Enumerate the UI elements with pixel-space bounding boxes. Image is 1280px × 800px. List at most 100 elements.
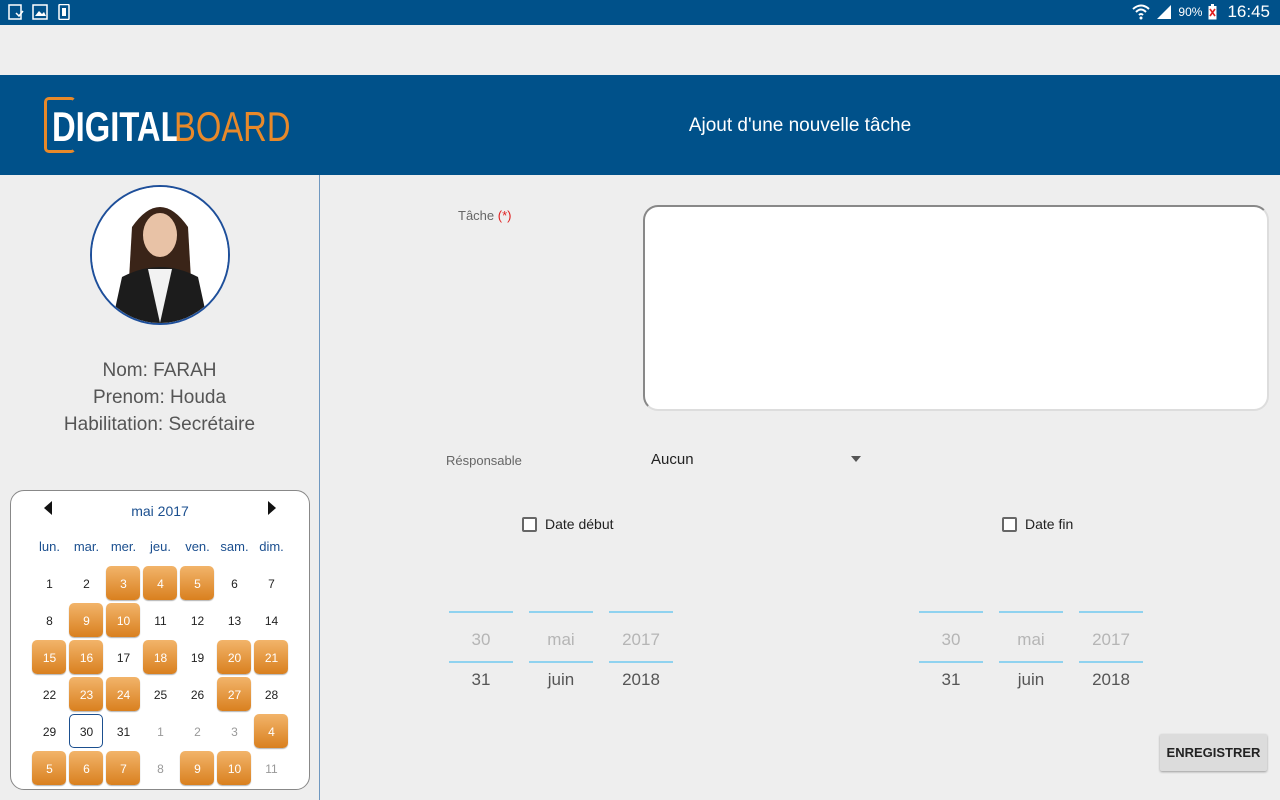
next-month-icon[interactable]: [268, 501, 276, 515]
calendar-day[interactable]: 20: [216, 639, 253, 676]
calendar-day[interactable]: 14: [253, 602, 290, 639]
calendar-day[interactable]: 21: [253, 639, 290, 676]
calendar-weekday: jeu.: [150, 539, 171, 554]
user-details: Nom: FARAH Prenom: Houda Habilitation: S…: [0, 357, 319, 438]
responsable-select[interactable]: Aucun: [651, 451, 865, 471]
calendar-day[interactable]: 26: [179, 676, 216, 713]
calendar-day[interactable]: 3: [216, 713, 253, 750]
picker-selected-value[interactable]: 31: [449, 670, 513, 690]
picker-selected-value[interactable]: 2018: [1079, 670, 1143, 690]
calendar-day[interactable]: 10: [105, 602, 142, 639]
picker-prev-value[interactable]: 2017: [609, 630, 673, 650]
calendar-day[interactable]: 3: [105, 565, 142, 602]
calendar-day[interactable]: 9: [179, 750, 216, 787]
calendar-day[interactable]: 31: [105, 713, 142, 750]
checkbox-box[interactable]: [1002, 516, 1017, 532]
calendar-day[interactable]: 8: [142, 750, 179, 787]
picker-selected-value[interactable]: 31: [919, 670, 983, 690]
calendar-day[interactable]: 19: [179, 639, 216, 676]
date-debut-label: Date début: [545, 516, 614, 532]
responsable-label: Résponsable: [446, 453, 522, 468]
calendar-day-number: 1: [46, 576, 53, 591]
picker-prev-value[interactable]: mai: [999, 630, 1063, 650]
battery-percent: 90%: [1178, 5, 1203, 19]
calendar-weekday: dim.: [259, 539, 284, 554]
calendar-day-number: 9: [194, 761, 201, 776]
checkbox-box[interactable]: [522, 516, 537, 532]
calendar-day[interactable]: 10: [216, 750, 253, 787]
calendar-day[interactable]: 25: [142, 676, 179, 713]
calendar-day[interactable]: 4: [142, 565, 179, 602]
calendar-day[interactable]: 12: [179, 602, 216, 639]
calendar-day[interactable]: 17: [105, 639, 142, 676]
calendar-day[interactable]: 28: [253, 676, 290, 713]
picker-divider: [529, 611, 593, 613]
calendar-day[interactable]: 23: [68, 676, 105, 713]
calendar-day-number: 11: [265, 761, 278, 776]
calendar-day[interactable]: 18: [142, 639, 179, 676]
required-mark: (*): [497, 208, 512, 223]
calendar-weekdays: lun. mar. mer. jeu. ven. sam. dim.: [31, 539, 290, 554]
calendar-day-number: 19: [190, 650, 205, 665]
chevron-down-icon[interactable]: [851, 456, 861, 462]
user-habilitation: Habilitation: Secrétaire: [63, 414, 256, 435]
date-fin-checkbox[interactable]: Date fin: [1002, 516, 1073, 532]
calendar-day[interactable]: 9: [68, 602, 105, 639]
save-button[interactable]: ENREGISTRER: [1160, 734, 1267, 771]
battery-icon: [1208, 4, 1217, 20]
calendar-day-number: 15: [42, 650, 57, 665]
calendar-day[interactable]: 22: [31, 676, 68, 713]
calendar-day[interactable]: 1: [31, 565, 68, 602]
calendar-day-number: 21: [264, 650, 279, 665]
calendar-day[interactable]: 6: [216, 565, 253, 602]
calendar-day-number: 4: [268, 724, 275, 739]
calendar-day-today[interactable]: 30: [68, 713, 105, 750]
date-fin-label: Date fin: [1025, 516, 1074, 532]
tache-input[interactable]: [643, 205, 1269, 411]
calendar-day-number: 31: [116, 724, 131, 739]
calendar-day[interactable]: 2: [68, 565, 105, 602]
calendar-day[interactable]: 27: [216, 676, 253, 713]
calendar-day[interactable]: 1: [142, 713, 179, 750]
picker-divider: [449, 661, 513, 663]
calendar-weekday: sam.: [220, 539, 249, 554]
avatar[interactable]: [90, 185, 230, 325]
calendar-days: 1 2 3 4 5 6 7 8 9 10 11 12 13 14 15 16 17 18 19 20 21 22 23 24 2…: [31, 565, 290, 787]
tache-label-text: Tâche: [458, 208, 495, 223]
calendar-day[interactable]: 5: [179, 565, 216, 602]
picker-prev-value[interactable]: mai: [529, 630, 593, 650]
picker-selected-value[interactable]: 2018: [609, 670, 673, 690]
picker-selected-value[interactable]: juin: [529, 670, 593, 690]
calendar-day[interactable]: 6: [68, 750, 105, 787]
calendar-day-number: 1: [157, 724, 164, 739]
clock: 16:45: [1227, 2, 1270, 21]
calendar-day[interactable]: 11: [253, 750, 290, 787]
calendar-day[interactable]: 4: [253, 713, 290, 750]
calendar-day[interactable]: 29: [31, 713, 68, 750]
picker-selected-value[interactable]: juin: [999, 670, 1063, 690]
calendar-day[interactable]: 15: [31, 639, 68, 676]
calendar-day-number: 27: [227, 687, 242, 702]
picker-prev-value[interactable]: 30: [919, 630, 983, 650]
calendar-day[interactable]: 16: [68, 639, 105, 676]
calendar-day[interactable]: 5: [31, 750, 68, 787]
calendar-day[interactable]: 7: [253, 565, 290, 602]
picker-divider: [529, 661, 593, 663]
date-debut-checkbox[interactable]: Date début: [522, 516, 614, 532]
calendar-day[interactable]: 2: [179, 713, 216, 750]
calendar-day-number: 2: [83, 576, 90, 591]
profile-sidebar: Nom: FARAH Prenom: Houda Habilitation: S…: [0, 175, 320, 800]
picker-prev-value[interactable]: 2017: [1079, 630, 1143, 650]
calendar-day-number: 5: [194, 576, 201, 591]
calendar-day[interactable]: 11: [142, 602, 179, 639]
calendar-day-number: 10: [227, 761, 242, 776]
calendar-day[interactable]: 7: [105, 750, 142, 787]
calendar-day[interactable]: 13: [216, 602, 253, 639]
picker-prev-value[interactable]: 30: [449, 630, 513, 650]
calendar-day-number: 10: [116, 613, 131, 628]
calendar-day[interactable]: 8: [31, 602, 68, 639]
picker-divider: [919, 611, 983, 613]
calendar-day-number: 8: [157, 761, 164, 776]
calendar-day-number: 8: [46, 613, 53, 628]
calendar-day[interactable]: 24: [105, 676, 142, 713]
